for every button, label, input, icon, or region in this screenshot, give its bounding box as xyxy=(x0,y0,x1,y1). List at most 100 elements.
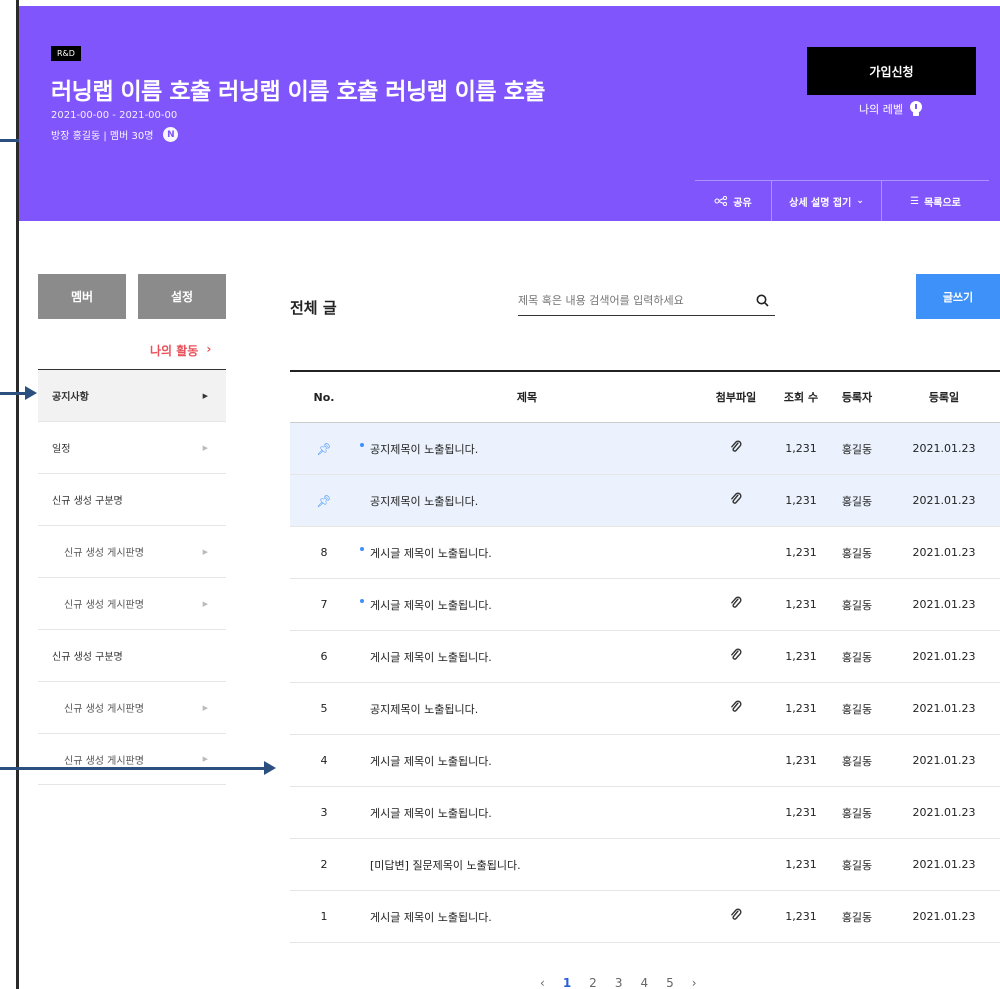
sidebar-item-label: 공지사항 xyxy=(52,392,89,403)
table-row[interactable]: 2 [미답변] 질문제목이 노출됩니다. 1,231 홍길동 2021.01.23 xyxy=(290,839,1000,891)
sidebar-item-label: 신규 생성 게시판명 xyxy=(64,704,144,715)
post-title-link[interactable]: 게시글 제목이 노출됩니다. xyxy=(370,597,492,613)
page-1[interactable]: 1 xyxy=(563,976,571,989)
host-meta: 방장 홍길동 | 멤버 30명 N xyxy=(51,127,179,142)
cell-title: 게시글 제목이 노출됩니다. xyxy=(358,649,696,665)
post-title-link[interactable]: 게시글 제목이 노출됩니다. xyxy=(370,545,492,561)
cell-date: 2021.01.23 xyxy=(912,442,976,455)
collapse-description-button[interactable]: 상세 설명 접기 ⌄ xyxy=(771,181,881,221)
table-row[interactable]: 5 공지제목이 노출됩니다. 1,231 홍길동 2021.01.23 xyxy=(290,683,1000,735)
paperclip-icon[interactable] xyxy=(730,596,742,610)
table-row[interactable]: 3 게시글 제목이 노출됩니다. 1,231 홍길동 2021.01.23 xyxy=(290,787,1000,839)
cell-no: 📌︎ xyxy=(290,442,358,456)
table-row[interactable]: 8 게시글 제목이 노출됩니다. 1,231 홍길동 2021.01.23 xyxy=(290,527,1000,579)
hero-actions: 공유 상세 설명 접기 ⌄ ☰ 목록으로 xyxy=(695,180,989,221)
cell-views: 1,231 xyxy=(785,494,817,507)
cell-author: 홍길동 xyxy=(841,650,873,664)
post-title-link[interactable]: 게시글 제목이 노출됩니다. xyxy=(370,649,492,665)
sidebar-item-board[interactable]: 신규 생성 게시판명 ▶ xyxy=(38,577,226,629)
cell-author: 홍길동 xyxy=(841,598,873,612)
col-attachment: 첨부파일 xyxy=(715,391,757,404)
cell-attachment xyxy=(696,908,776,925)
back-to-list-button[interactable]: ☰ 목록으로 xyxy=(881,181,989,221)
table-row[interactable]: 6 게시글 제목이 노출됩니다. 1,231 홍길동 2021.01.23 xyxy=(290,631,1000,683)
cell-author: 홍길동 xyxy=(841,702,873,716)
chevron-right-icon: › xyxy=(206,342,212,356)
search-icon[interactable] xyxy=(756,294,769,307)
post-title-link[interactable]: 게시글 제목이 노출됩니다. xyxy=(370,805,492,821)
sidebar-group-2: 신규 생성 구분명 xyxy=(38,629,226,681)
sidebar-item-board[interactable]: 신규 생성 게시판명 ▶ xyxy=(38,681,226,733)
triangle-right-icon: ▶ xyxy=(202,755,208,763)
cell-no: 📌︎ xyxy=(290,494,358,508)
cell-no: 1 xyxy=(320,910,328,923)
sidebar-item-board[interactable]: 신규 생성 게시판명 ▶ xyxy=(38,525,226,577)
page-5[interactable]: 5 xyxy=(666,976,674,989)
table-row[interactable]: 4 게시글 제목이 노출됩니다. 1,231 홍길동 2021.01.23 xyxy=(290,735,1000,787)
table-row[interactable]: 7 게시글 제목이 노출됩니다. 1,231 홍길동 2021.01.23 xyxy=(290,579,1000,631)
post-title-link[interactable]: 게시글 제목이 노출됩니다. xyxy=(370,909,492,925)
cell-author: 홍길동 xyxy=(841,806,873,820)
cell-date: 2021.01.23 xyxy=(912,754,976,767)
next-page-button[interactable]: › xyxy=(692,976,697,989)
table-row[interactable]: 1 게시글 제목이 노출됩니다. 1,231 홍길동 2021.01.23 xyxy=(290,891,1000,943)
post-title-link[interactable]: [미답변] 질문제목이 노출됩니다. xyxy=(370,857,521,873)
cell-attachment xyxy=(696,596,776,613)
cell-no: 8 xyxy=(320,546,328,559)
cell-date: 2021.01.23 xyxy=(912,910,976,923)
paperclip-icon[interactable] xyxy=(730,492,742,506)
list-icon: ☰ xyxy=(910,195,920,207)
lightbulb-icon xyxy=(909,101,922,116)
paperclip-icon[interactable] xyxy=(730,700,742,714)
cell-author: 홍길동 xyxy=(841,910,873,924)
new-dot-icon xyxy=(360,546,364,551)
post-title-link[interactable]: 게시글 제목이 노출됩니다. xyxy=(370,753,492,769)
prev-page-button[interactable]: ‹ xyxy=(540,976,545,989)
sidebar-item-board[interactable]: 신규 생성 게시판명 ▶ xyxy=(38,733,226,785)
sidebar-group-label: 신규 생성 구분명 xyxy=(52,652,123,663)
new-dot-icon xyxy=(360,598,364,603)
cell-author: 홍길동 xyxy=(841,546,873,560)
new-badge: N xyxy=(163,127,179,142)
share-button[interactable]: 공유 xyxy=(695,181,771,221)
cell-date: 2021.01.23 xyxy=(912,858,976,871)
cell-attachment xyxy=(696,492,776,509)
cell-views: 1,231 xyxy=(785,910,817,923)
paperclip-icon[interactable] xyxy=(730,648,742,662)
page-2[interactable]: 2 xyxy=(589,976,597,989)
paperclip-icon[interactable] xyxy=(730,440,742,454)
member-button[interactable]: 멤버 xyxy=(38,274,126,319)
join-button[interactable]: 가입신청 xyxy=(807,47,976,95)
post-title-link[interactable]: 공지제목이 노출됩니다. xyxy=(370,493,478,509)
hero-banner: R&D 러닝랩 이름 호출 러닝랩 이름 호출 러닝랩 이름 호출 2021-0… xyxy=(19,6,1000,221)
cell-views: 1,231 xyxy=(785,806,817,819)
cell-attachment xyxy=(696,700,776,717)
col-title: 제목 xyxy=(516,391,538,404)
sidebar-menu: 공지사항 ▶ 일정 ▶ 신규 생성 구분명 신규 생성 게시판명 ▶ 신규 생성 게시… xyxy=(38,369,226,785)
triangle-right-icon: ▶ xyxy=(202,599,208,608)
sidebar-item-notice[interactable]: 공지사항 ▶ xyxy=(38,369,226,421)
table-row[interactable]: 📌︎ 공지제목이 노출됩니다. 1,231 홍길동 2021.01.23 xyxy=(290,423,1000,475)
sidebar-item-schedule[interactable]: 일정 ▶ xyxy=(38,421,226,473)
my-activity-link[interactable]: 나의 활동 › xyxy=(150,342,211,359)
cell-title: 공지제목이 노출됩니다. xyxy=(358,441,696,457)
post-title-link[interactable]: 공지제목이 노출됩니다. xyxy=(370,441,478,457)
settings-button[interactable]: 설정 xyxy=(138,274,226,319)
page-3[interactable]: 3 xyxy=(615,976,623,989)
search-input[interactable] xyxy=(518,294,718,307)
cell-title: [미답변] 질문제목이 노출됩니다. xyxy=(358,857,696,873)
cell-views: 1,231 xyxy=(785,858,817,871)
table-header: No. 제목 첨부파일 조회 수 등록자 등록일 xyxy=(290,370,1000,423)
page-4[interactable]: 4 xyxy=(640,976,648,989)
table-row[interactable]: 📌︎ 공지제목이 노출됩니다. 1,231 홍길동 2021.01.23 xyxy=(290,475,1000,527)
my-level[interactable]: 나의 레벨 xyxy=(859,100,923,118)
new-dot-icon xyxy=(360,442,364,447)
paperclip-icon[interactable] xyxy=(730,908,742,922)
my-activity-label: 나의 활동 xyxy=(150,344,199,358)
cell-title: 게시글 제목이 노출됩니다. xyxy=(358,753,696,769)
sidebar-item-label: 신규 생성 게시판명 xyxy=(64,600,144,611)
triangle-right-icon: ▶ xyxy=(202,443,208,452)
post-title-link[interactable]: 공지제목이 노출됩니다. xyxy=(370,701,478,717)
write-button[interactable]: 글쓰기 xyxy=(916,274,1000,319)
sidebar-group-label: 신규 생성 구분명 xyxy=(52,496,123,507)
